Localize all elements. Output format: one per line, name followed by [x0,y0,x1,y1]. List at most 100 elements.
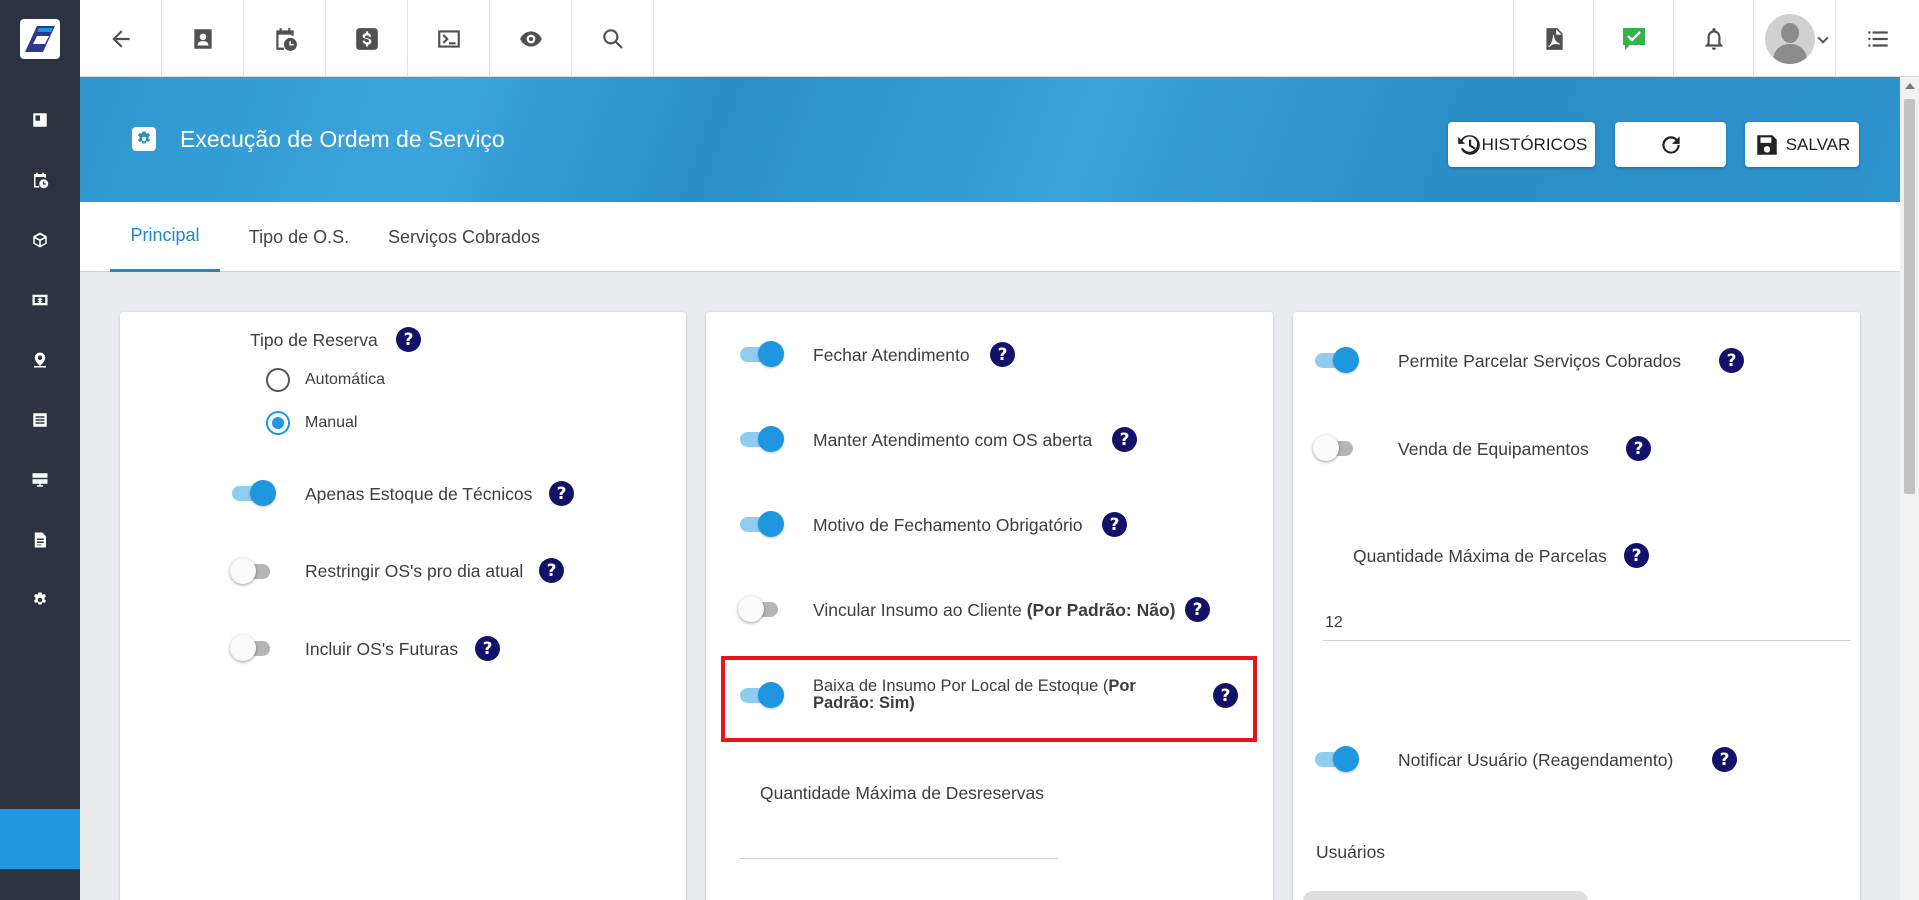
pdf-icon[interactable] [1513,0,1593,77]
history-icon [1457,134,1480,155]
notificar-usuario-label: Notificar Usuário (Reagendamento) [1398,750,1674,770]
help-icon[interactable]: ? [1213,683,1238,708]
motivo-fechamento-label: Motivo de Fechamento Obrigatório [813,515,1083,535]
check-message-icon[interactable] [1593,0,1673,77]
card-atendimento: Fechar Atendimento ? Manter Atendimento … [706,312,1273,900]
help-icon[interactable]: ? [549,481,574,506]
qtd-parcelas-label: Quantidade Máxima de Parcelas [1353,546,1607,566]
historicos-label: HISTÓRICOS [1481,134,1588,154]
money-icon[interactable] [0,270,80,330]
topbar [80,0,1919,77]
help-icon[interactable]: ? [1112,427,1137,452]
radio-automatica[interactable] [266,368,290,392]
contact-card-icon[interactable] [162,0,244,77]
settings-icon [132,127,156,151]
salvar-button[interactable]: SALVAR [1745,122,1859,167]
radio-automatica-label: Automática [305,371,386,388]
back-arrow-icon[interactable] [80,0,162,77]
refresh-button[interactable] [1615,122,1726,167]
toggle-venda-equipamentos[interactable] [1313,435,1357,461]
vincular-insumo-bold: (Por Padrão: Não) [1026,600,1176,620]
toggle-manter-atendimento[interactable] [738,426,784,452]
tab-bar: Principal Tipo de O.S. Serviços Cobrados [80,202,1900,272]
dashboard-icon[interactable] [0,90,80,150]
document-icon[interactable] [0,510,80,570]
help-icon[interactable]: ? [1624,543,1649,568]
gear-icon[interactable] [0,570,80,630]
toggle-apenas-estoque-tecnicos[interactable] [230,480,276,506]
scroll-up-icon[interactable] [1905,83,1915,89]
manter-atendimento-label: Manter Atendimento com OS aberta [813,430,1093,450]
qtd-parcelas-underline [1323,640,1850,641]
tab-principal[interactable]: Principal [110,202,220,272]
calendar-clock-icon[interactable] [244,0,326,77]
toggle-notificar-usuario[interactable] [1313,746,1359,772]
refresh-icon [1661,135,1680,154]
toggle-motivo-fechamento[interactable] [738,511,784,537]
card-reserva: Tipo de Reserva ? Automática Manual Apen… [120,312,686,900]
help-icon[interactable]: ? [1626,436,1651,461]
app-logo[interactable] [0,0,80,77]
radio-manual-label: Manual [305,414,358,431]
toggle-fechar-atendimento[interactable] [738,341,784,367]
toggle-incluir-os-futuras[interactable] [230,635,274,661]
radio-manual[interactable] [266,411,290,435]
help-icon[interactable]: ? [396,327,421,352]
avatar[interactable] [1753,0,1835,77]
permite-parcelar-label: Permite Parcelar Serviços Cobrados [1398,351,1682,371]
eye-icon[interactable] [490,0,572,77]
vincular-insumo-label: Vincular Insumo ao Cliente (Por Padrão: … [813,600,1175,621]
avatar-image [1764,13,1815,64]
baixa-insumo-label: Baixa de Insumo Por Local de Estoque (Po… [813,678,1153,712]
calendar-clock-icon[interactable] [0,150,80,210]
chevron-down-icon [1817,32,1829,44]
baixa-insumo-bold: Por [1108,677,1136,695]
venda-equipamentos-label: Venda de Equipamentos [1398,439,1589,459]
scroll-thumb[interactable] [1904,99,1915,494]
fechar-atendimento-label: Fechar Atendimento [813,345,970,365]
qtd-desreservas-input[interactable] [740,820,1060,846]
sidebar [0,0,80,900]
tab-tipo-os[interactable]: Tipo de O.S. [240,202,358,272]
restringir-os-dia-atual-label: Restringir OS's pro dia atual [305,561,524,581]
usuarios-select[interactable] [1303,891,1588,900]
save-icon [1756,134,1777,155]
box-icon[interactable] [0,210,80,270]
help-icon[interactable]: ? [539,558,564,583]
qtd-desreservas-underline [740,858,1058,859]
salvar-label: SALVAR [1785,134,1851,154]
apenas-estoque-tecnicos-label: Apenas Estoque de Técnicos [305,484,533,504]
historicos-button[interactable]: HISTÓRICOS [1448,122,1595,167]
usuarios-label: Usuários [1316,842,1386,862]
search-icon[interactable] [572,0,654,77]
server-icon[interactable] [0,450,80,510]
terminal-icon[interactable] [408,0,490,77]
baixa-insumo-text: Baixa de Insumo Por Local de Estoque ( [813,677,1109,695]
qtd-desreservas-label: Quantidade Máxima de Desreservas [760,783,1045,803]
incluir-os-futuras-label: Incluir OS's Futuras [305,639,459,659]
qtd-parcelas-input[interactable]: 12 [1325,614,1343,632]
tab-servicos-cobrados[interactable]: Serviços Cobrados [380,202,548,272]
page-header: Execução de Ordem de Serviço HISTÓRICOS … [80,77,1900,202]
map-pin-icon[interactable] [0,330,80,390]
toggle-vincular-insumo[interactable] [738,596,782,622]
toggle-restringir-os-dia-atual[interactable] [230,558,274,584]
help-icon[interactable]: ? [1185,597,1210,622]
scrollbar[interactable] [1900,77,1919,900]
bell-icon[interactable] [1673,0,1753,77]
help-icon[interactable]: ? [475,636,500,661]
help-icon[interactable]: ? [1712,747,1737,772]
page-title: Execução de Ordem de Serviço [180,126,505,152]
baixa-insumo-bold-line2: Padrão: Sim) [813,694,915,712]
help-icon[interactable]: ? [990,342,1015,367]
sidebar-active-indicator[interactable] [0,809,80,869]
help-icon[interactable]: ? [1102,512,1127,537]
list-box-icon[interactable] [0,390,80,450]
toggle-baixa-insumo[interactable] [738,682,784,708]
vincular-insumo-text: Vincular Insumo ao Cliente [813,600,1022,620]
tipo-reserva-label: Tipo de Reserva [250,330,378,350]
list-icon[interactable] [1835,0,1919,77]
help-icon[interactable]: ? [1719,348,1744,373]
dollar-icon[interactable] [326,0,408,77]
toggle-permite-parcelar[interactable] [1313,347,1359,373]
